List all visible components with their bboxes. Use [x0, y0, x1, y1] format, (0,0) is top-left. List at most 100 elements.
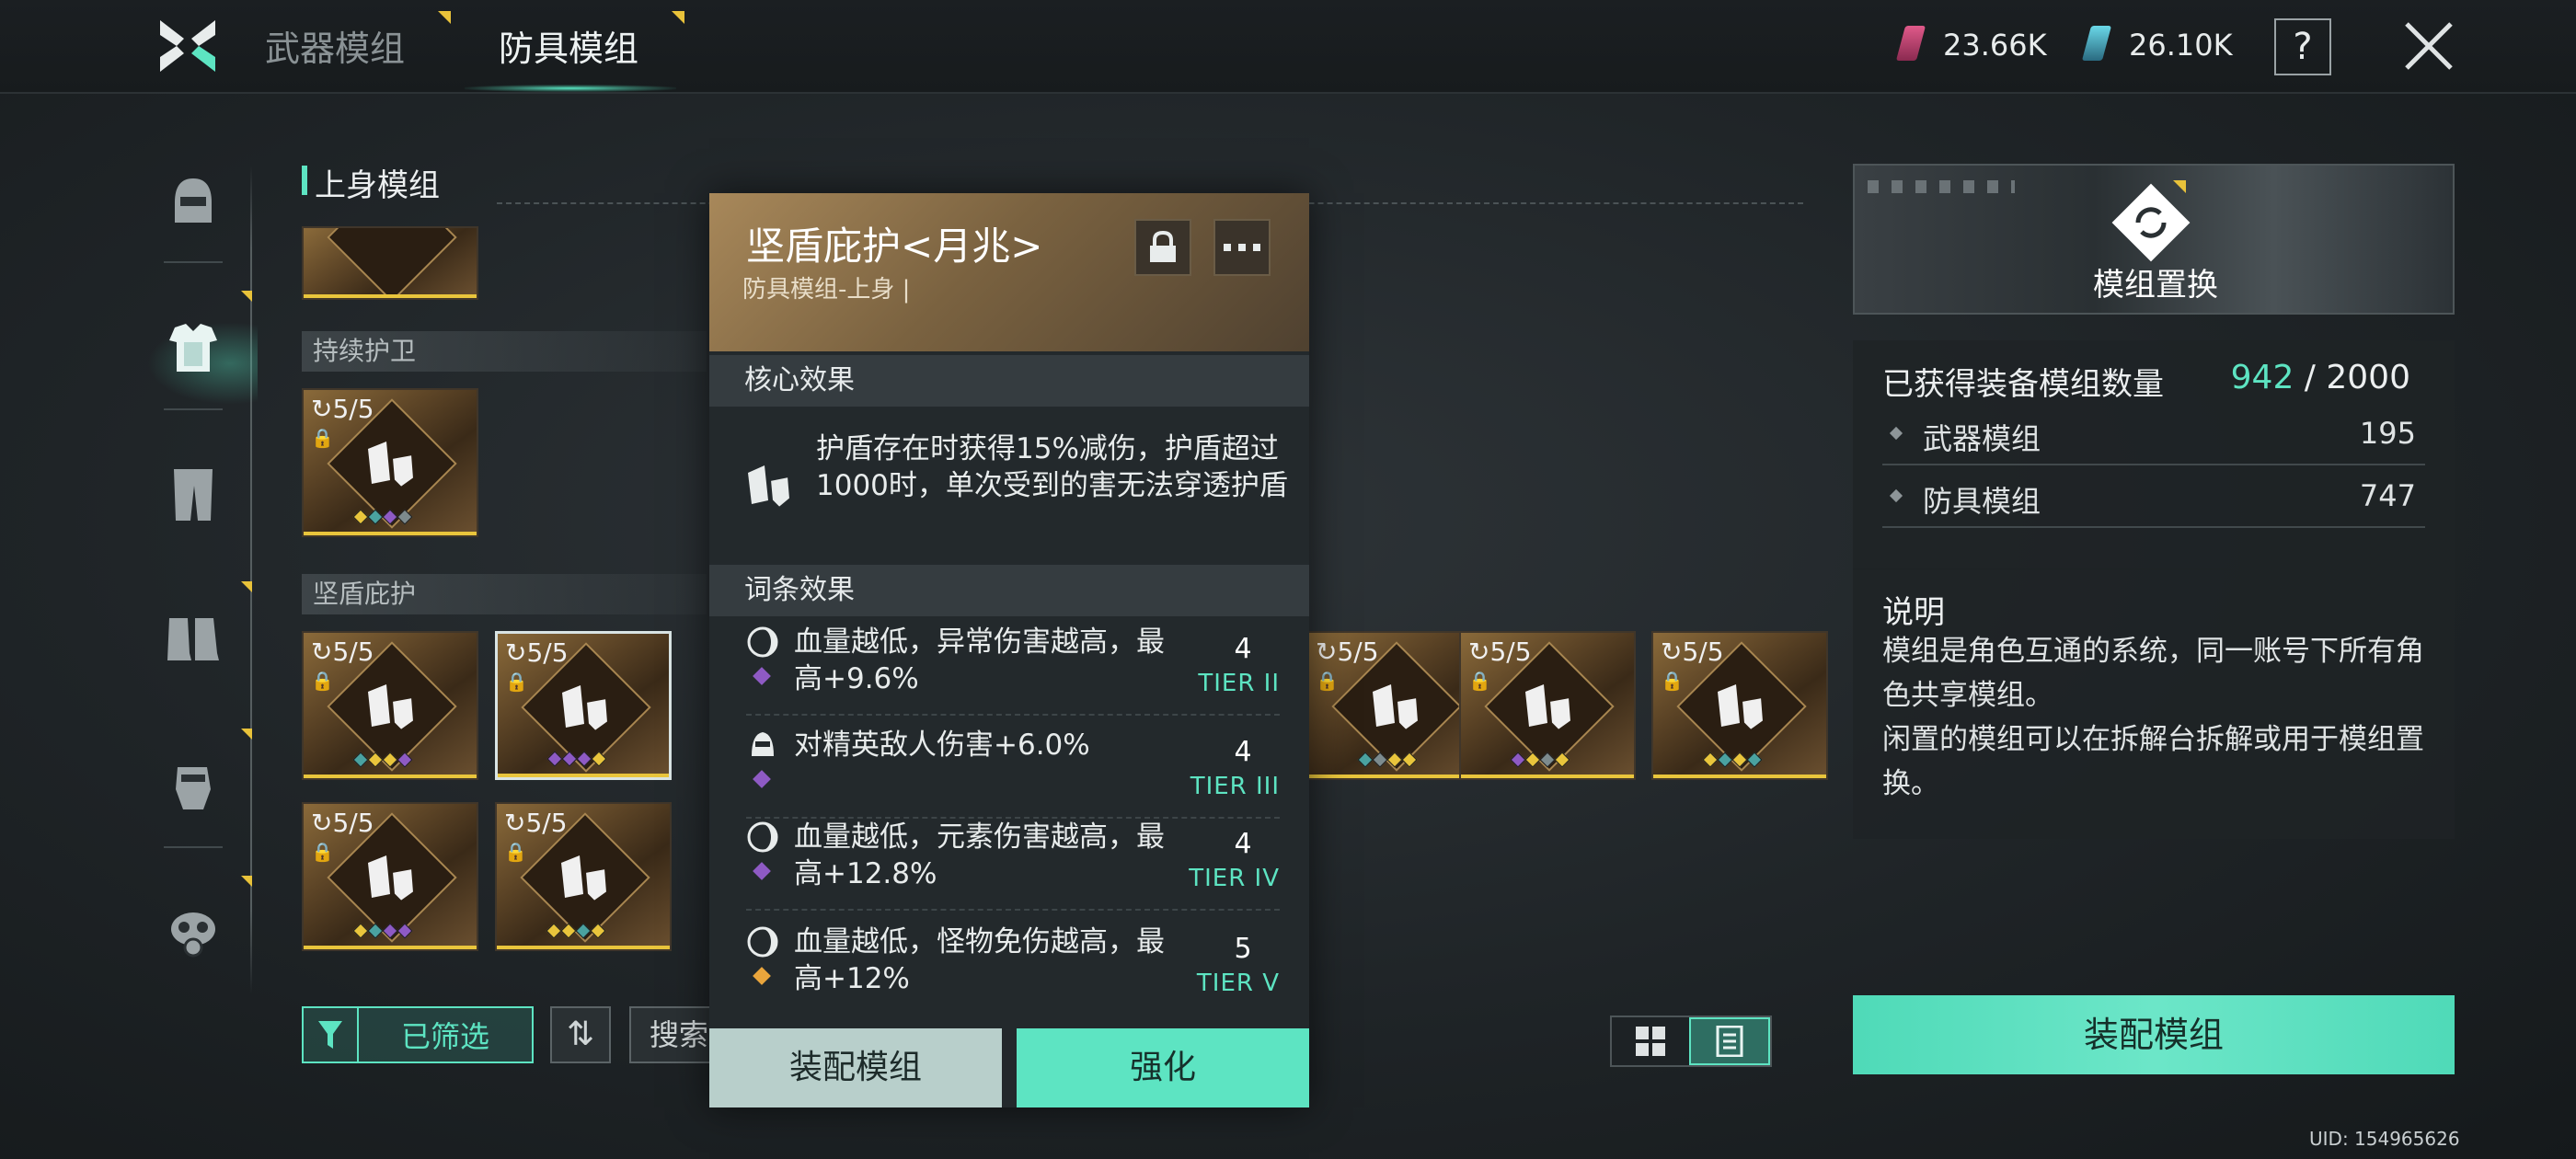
equip-module-button[interactable]: 装配模组	[1853, 995, 2455, 1074]
tier-number: 4	[1234, 736, 1252, 768]
module-card[interactable]: ↻5/5 🔒	[1651, 631, 1828, 780]
affix-dot	[1731, 752, 1748, 768]
affix-dot	[1524, 752, 1541, 768]
affix-dot	[1510, 752, 1526, 768]
gloves-icon[interactable]	[158, 751, 228, 820]
affix-dot	[590, 923, 606, 939]
max-count: 2000	[2326, 359, 2410, 396]
card-count-value: 5/5	[1682, 637, 1724, 667]
moon-icon	[746, 820, 779, 854]
enhance-button[interactable]: 强化	[1017, 1028, 1309, 1107]
affix-dot	[382, 923, 398, 939]
module-card[interactable]: ↻5/5 🔒	[495, 631, 672, 780]
new-indicator-icon	[438, 11, 451, 24]
shield-module-icon	[1710, 675, 1773, 738]
gas-mask-icon[interactable]	[158, 898, 228, 968]
affix-dot	[367, 752, 384, 768]
affix-row: 血量越低，怪物免伤越高，最高+12% 5 TIER V	[737, 920, 1289, 1025]
affix-quality-dot	[753, 770, 771, 788]
affix-dots	[352, 752, 413, 769]
affix-dots	[1357, 752, 1418, 769]
affix-dot	[1702, 752, 1719, 768]
tab-armor-mods[interactable]: 防具模组	[499, 20, 638, 71]
boots-icon[interactable]	[158, 603, 228, 673]
shield-module-icon	[554, 846, 616, 909]
close-icon[interactable]	[2401, 18, 2456, 74]
popup-title: 坚盾庇护<月兆>	[746, 224, 1043, 269]
stats-title: 已获得装备模组数量	[1882, 366, 2164, 403]
sort-button[interactable]: ⇅	[550, 1006, 611, 1063]
affix-text: 血量越低，异常伤害越高，最高+9.6%	[794, 625, 1165, 695]
description-text: 模组是角色互通的系统，同一账号下所有角色共享模组。 闲置的模组可以在拆解台拆解或…	[1882, 629, 2434, 806]
moon-icon	[746, 625, 779, 659]
affix-dot	[352, 752, 369, 768]
affix-text: 血量越低，元素伤害越高，最高+12.8%	[794, 820, 1165, 890]
card-count-value: 5/5	[332, 394, 374, 424]
card-count: ↻5/5	[505, 637, 569, 668]
card-count: ↻5/5	[504, 808, 568, 838]
shield-module-icon	[1365, 675, 1428, 738]
card-count: ↻5/5	[311, 394, 374, 424]
tier-label: TIER II	[1198, 670, 1280, 697]
bullet-icon	[1889, 488, 1903, 503]
new-indicator-icon	[672, 11, 684, 24]
tab-weapon-mods[interactable]: 武器模组	[265, 20, 405, 71]
legs-armor-icon[interactable]	[158, 460, 228, 530]
chest-armor-icon[interactable]	[158, 313, 228, 383]
shield-core-icon	[748, 465, 792, 510]
lock-icon: 🔒	[1468, 670, 1491, 692]
refresh-icon: ↻	[505, 637, 527, 668]
affix-dot	[397, 923, 413, 939]
lock-button[interactable]	[1134, 219, 1191, 276]
stat-row-weapon: 武器模组 195	[1882, 407, 2425, 465]
filter-button[interactable]: 已筛选	[302, 1006, 534, 1063]
affix-dots	[546, 751, 607, 768]
swap-icon	[2111, 183, 2191, 262]
module-card[interactable]: ↻5/5 🔒	[1459, 631, 1636, 780]
section-title: 上身模组	[315, 167, 440, 204]
stat-row-armor: 防具模组 747	[1882, 469, 2425, 528]
stat-value: 195	[2359, 416, 2416, 451]
affix-text: 对精英敌人伤害+6.0%	[794, 729, 1090, 762]
card-count: ↻5/5	[1468, 637, 1532, 667]
list-view-button[interactable]	[1689, 1017, 1770, 1065]
core-effect-heading: 核心效果	[709, 355, 1309, 407]
popup-equip-button[interactable]: 装配模组	[709, 1028, 1002, 1107]
refresh-icon: ↻	[311, 808, 333, 838]
stats-total: 942 / 2000	[2231, 359, 2410, 396]
card-count-value: 5/5	[525, 808, 568, 838]
lock-icon: 🔒	[1661, 670, 1684, 692]
nav-separator	[164, 846, 223, 848]
module-swap-panel[interactable]: 模组置换	[1853, 164, 2455, 315]
help-button[interactable]: ?	[2274, 18, 2331, 75]
filter-icon	[304, 1008, 359, 1061]
module-card[interactable]: ↻5/5 🔒	[1306, 631, 1483, 780]
tier-label: TIER IV	[1189, 865, 1280, 892]
module-card[interactable]: ↻5/5 🔒	[495, 802, 672, 951]
refresh-icon: ↻	[1661, 637, 1683, 667]
description-panel: 说明 模组是角色互通的系统，同一账号下所有角色共享模组。 闲置的模组可以在拆解台…	[1853, 568, 2455, 839]
module-card[interactable]: ↻5/5 🔒	[302, 631, 478, 780]
affix-dot	[367, 509, 384, 525]
lock-icon: 🔒	[311, 841, 334, 863]
affix-dot	[1401, 752, 1418, 768]
affix-dot	[546, 751, 563, 767]
module-card-partial[interactable]	[302, 226, 478, 300]
more-options-button[interactable]	[1213, 219, 1271, 276]
nav-separator	[164, 261, 223, 263]
card-count-value: 5/5	[1489, 637, 1532, 667]
affix-quality-dot	[753, 967, 771, 985]
module-card[interactable]: ↻5/5 🔒	[302, 388, 478, 537]
refresh-icon: ↻	[311, 394, 333, 424]
swap-label: 模组置换	[2093, 267, 2218, 304]
owned-count: 942	[2230, 359, 2294, 396]
lock-icon: 🔒	[311, 670, 334, 692]
tier-number: 4	[1234, 633, 1252, 665]
module-card[interactable]: ↻5/5 🔒	[302, 802, 478, 951]
card-count: ↻5/5	[1316, 637, 1379, 667]
affix-dots	[546, 923, 606, 940]
affix-text: 血量越低，怪物免伤越高，最高+12%	[794, 925, 1165, 995]
helmet-icon[interactable]	[158, 167, 228, 237]
grid-view-button[interactable]	[1612, 1017, 1689, 1065]
filter-label: 已筛选	[400, 1019, 489, 1054]
